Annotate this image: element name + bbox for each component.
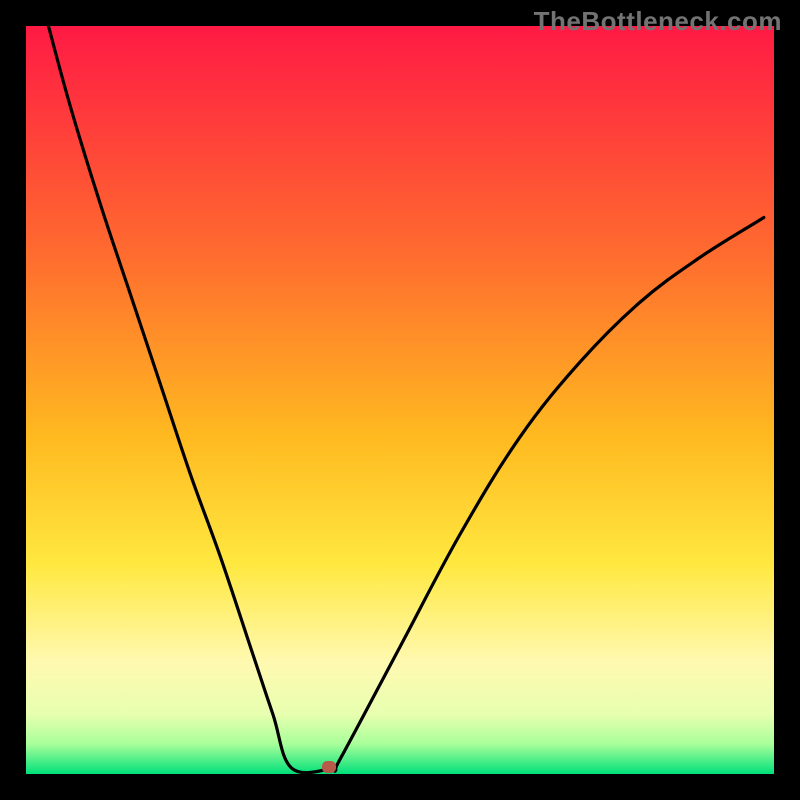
curve-layer — [26, 26, 774, 774]
watermark-text: TheBottleneck.com — [534, 6, 782, 37]
optimal-marker — [322, 761, 336, 773]
plot-area — [26, 26, 774, 774]
bottleneck-curve — [48, 26, 763, 773]
chart-frame: TheBottleneck.com — [0, 0, 800, 800]
